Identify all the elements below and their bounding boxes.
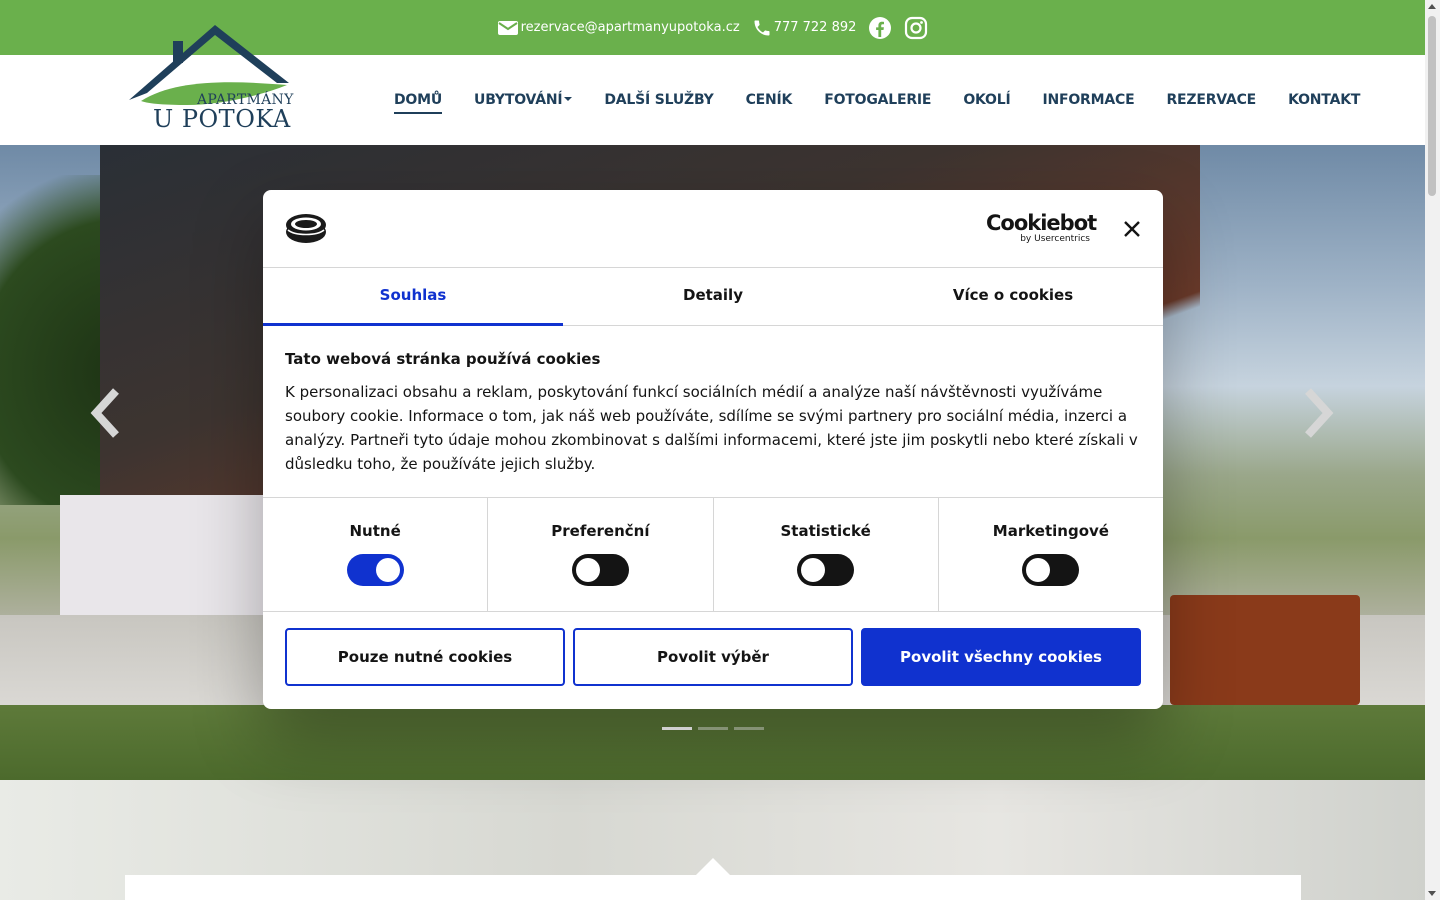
necessary-only-button[interactable]: Pouze nutné cookies — [285, 628, 565, 686]
email-text: rezervace@apartmanyupotoka.cz — [520, 20, 740, 35]
cookie-categories: Nutné Preferenční Statistické Marketingo… — [263, 498, 1163, 612]
phone-icon — [752, 18, 772, 38]
dialog-header: Cookiebot by Usercentrics — [263, 190, 1163, 268]
dialog-heading: Tato webová stránka používá cookies — [285, 350, 601, 368]
scroll-down-icon[interactable] — [1428, 891, 1436, 896]
category-preferencni: Preferenční — [488, 498, 714, 611]
dialog-body: Tato webová stránka používá cookies K pe… — [263, 326, 1163, 498]
nav-item-ubytovani-label: UBYTOVÁNÍ — [474, 92, 563, 108]
category-marketingove: Marketingové — [939, 498, 1163, 611]
toggle-marketingove[interactable] — [1022, 554, 1080, 586]
toggle-nutne[interactable] — [346, 554, 404, 586]
nav-item-rezervace[interactable]: REZERVACE — [1166, 88, 1256, 112]
toggle-knob — [1026, 558, 1051, 582]
hero-image-grass — [0, 705, 1425, 780]
carousel-indicator-1[interactable] — [662, 727, 692, 730]
nav-item-cenik[interactable]: CENÍK — [746, 88, 793, 112]
mail-icon — [497, 19, 519, 37]
cookie-consent-dialog: Cookiebot by Usercentrics Souhlas Detail… — [263, 190, 1163, 709]
brand-sub: by Usercentrics — [1020, 234, 1090, 244]
nav-item-ubytovani[interactable]: UBYTOVÁNÍ — [474, 88, 573, 112]
dialog-text: K personalizaci obsahu a reklam, poskyto… — [285, 383, 1138, 473]
hero-image-bench — [1170, 595, 1360, 705]
cookiebot-brand[interactable]: Cookiebot by Usercentrics — [986, 211, 1097, 244]
logo-line-2: U POTOKA — [153, 105, 291, 133]
brand-name: Cookiebot — [986, 211, 1097, 235]
category-label: Statistické — [780, 522, 871, 540]
category-label: Marketingové — [992, 522, 1109, 540]
carousel-next-button[interactable] — [1298, 385, 1338, 445]
card-notch — [696, 858, 730, 875]
carousel-indicators — [662, 727, 764, 730]
allow-all-button[interactable]: Povolit všechny cookies — [861, 628, 1141, 686]
nav-item-dalsi-sluzby[interactable]: DALŠÍ SLUŽBY — [604, 88, 713, 112]
tab-detaily[interactable]: Detaily — [563, 268, 863, 325]
close-button[interactable] — [1120, 217, 1144, 241]
toggle-knob — [575, 558, 600, 582]
dialog-buttons: Pouze nutné cookies Povolit výběr Povoli… — [263, 612, 1163, 702]
site-header: APARTMÁNY U POTOKA DOMŮ UBYTOVÁNÍ DALŠÍ … — [0, 25, 1425, 145]
page-scrollbar[interactable] — [1425, 0, 1440, 900]
cookie-logo-icon — [285, 212, 327, 248]
instagram-link[interactable] — [904, 16, 928, 40]
toggle-preferencni[interactable] — [571, 554, 629, 586]
caret-down-icon — [564, 97, 573, 101]
category-label: Nutné — [349, 522, 401, 540]
carousel-prev-button[interactable] — [86, 385, 126, 445]
facebook-link[interactable] — [868, 16, 892, 40]
chevron-left-icon — [90, 388, 119, 438]
nav-item-kontakt[interactable]: KONTAKT — [1288, 88, 1360, 112]
toggle-knob — [801, 558, 826, 582]
instagram-icon — [904, 16, 928, 40]
main-nav: DOMŮ UBYTOVÁNÍ DALŠÍ SLUŽBY CENÍK FOTOGA… — [378, 55, 1376, 145]
category-label: Preferenční — [551, 522, 650, 540]
allow-selection-button[interactable]: Povolit výběr — [573, 628, 853, 686]
phone-link[interactable]: 777 722 892 — [752, 18, 857, 38]
dialog-tabs: Souhlas Detaily Více o cookies — [263, 268, 1163, 326]
facebook-icon — [868, 16, 892, 40]
scroll-up-icon[interactable] — [1428, 4, 1436, 9]
scrollbar-thumb[interactable] — [1428, 16, 1436, 196]
toggle-statisticke[interactable] — [797, 554, 855, 586]
nav-item-okoli[interactable]: OKOLÍ — [963, 88, 1010, 112]
site-logo[interactable]: APARTMÁNY U POTOKA — [127, 23, 297, 141]
chevron-right-icon — [1305, 388, 1334, 438]
tab-vice-o-cookies[interactable]: Více o cookies — [863, 268, 1163, 325]
nav-item-informace[interactable]: INFORMACE — [1042, 88, 1134, 112]
carousel-indicator-3[interactable] — [734, 727, 764, 730]
nav-item-domu[interactable]: DOMŮ — [394, 88, 442, 114]
content-section — [0, 780, 1425, 900]
nav-item-fotogalerie[interactable]: FOTOGALERIE — [824, 88, 931, 112]
phone-text: 777 722 892 — [773, 20, 857, 35]
category-statisticke: Statistické — [714, 498, 939, 611]
category-nutne: Nutné — [263, 498, 489, 611]
email-link[interactable]: rezervace@apartmanyupotoka.cz — [497, 19, 740, 37]
carousel-indicator-2[interactable] — [698, 727, 728, 730]
content-card — [125, 875, 1301, 900]
toggle-knob — [375, 558, 400, 582]
tab-souhlas[interactable]: Souhlas — [263, 268, 563, 326]
close-icon — [1124, 221, 1140, 237]
